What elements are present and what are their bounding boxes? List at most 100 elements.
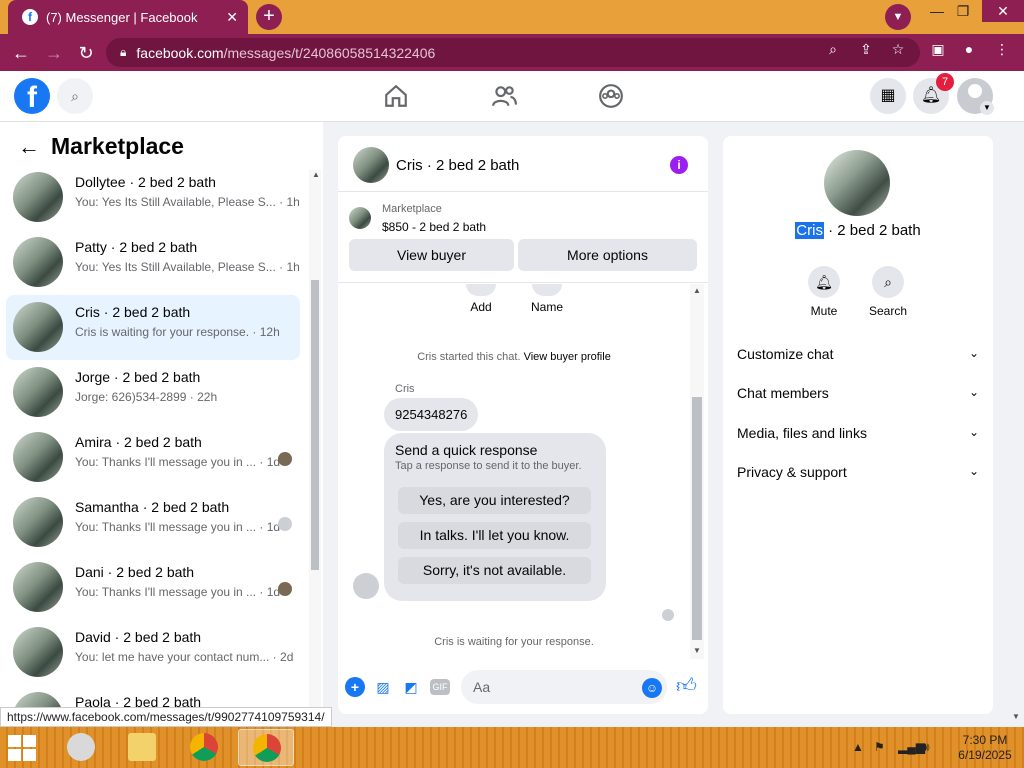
forward-icon[interactable]: → [43,42,65,64]
menu-grid-icon[interactable]: ▦ [870,78,906,114]
taskbar-explorer-app[interactable] [114,729,170,766]
scroll-up-icon[interactable]: ▲ [690,286,704,295]
browser-toolbar: ← → ↻ 🔒︎ facebook.com/messages/t/2408605… [0,34,1024,71]
gif-icon[interactable]: GIF [430,679,450,695]
taskbar-chrome-app[interactable] [176,729,232,766]
conversation-scrollbar[interactable]: ▲ [309,170,321,726]
conversation-name: Dani · 2 bed 2 bath [75,564,195,580]
conversation-item-active[interactable]: Cris · 2 bed 2 bath Cris is waiting for … [6,295,300,360]
close-window-button[interactable]: ✕ [982,0,1024,22]
conversation-snippet: You: Yes Its Still Available, Please S..… [75,260,300,274]
quick-response-option[interactable]: Yes, are you interested? [398,487,591,514]
chat-listing-avatar[interactable] [353,147,389,183]
chevron-down-icon: ⌄ [968,425,979,439]
tray-expand-icon[interactable]: ▲ [852,740,864,754]
scrollbar-thumb[interactable] [692,397,702,640]
browser-tab-strip: f (7) Messenger | Facebook ✕ + ▼ — ❐ ✕ [0,0,1024,34]
chevron-down-icon: ⌄ [968,346,979,360]
scroll-up-icon[interactable]: ▲ [309,170,323,179]
listing-thumbnail [13,172,63,222]
conversation-name: Cris · 2 bed 2 bath [75,304,191,320]
address-bar[interactable]: 🔒︎ facebook.com/messages/t/2408605851432… [106,38,920,67]
taskbar-clock[interactable]: 7:30 PM 6/19/2025 [955,733,1015,763]
conversation-item[interactable]: David · 2 bed 2 bath You: let me have yo… [6,620,300,685]
network-icon[interactable]: ▂▄▆ [898,740,925,754]
page-scroll-down-icon[interactable]: ▼ [1012,712,1020,721]
conversation-item[interactable]: Amira · 2 bed 2 bath You: Thanks I'll me… [6,425,300,490]
conversation-snippet: You: Yes Its Still Available, Please S..… [75,195,300,209]
bookmark-star-icon[interactable]: ☆ [889,41,907,58]
facebook-logo[interactable]: f [14,78,50,114]
clock-time: 7:30 PM [962,733,1008,747]
search-icon[interactable]: ⌕ [57,78,93,114]
view-buyer-profile-link[interactable]: View buyer profile [524,351,611,363]
new-tab-button[interactable]: + [256,4,282,30]
taskbar-chrome-app-active[interactable] [238,729,294,766]
conversation-name: David · 2 bed 2 bath [75,629,202,645]
side-panel-icon[interactable]: ▣ [929,41,947,58]
profile-icon[interactable]: ● [960,41,978,57]
chat-header: Cris · 2 bed 2 bath i [338,136,708,192]
scroll-down-icon[interactable]: ▼ [690,646,704,655]
message-input[interactable]: Aa [461,670,667,704]
search-icon: ⌕ [872,266,904,298]
info-icon[interactable]: i [670,156,688,174]
message-bubble[interactable]: 9254348276 [384,398,479,431]
quick-response-option[interactable]: Sorry, it's not available. [398,557,591,584]
zoom-icon[interactable]: ⌕ [824,41,842,58]
plus-icon[interactable]: + [345,677,365,697]
view-buyer-button[interactable]: View buyer [349,239,514,271]
chat-title[interactable]: Cris · 2 bed 2 bath [396,157,519,174]
lock-icon: 🔒︎ [120,45,127,59]
thumbs-up-icon[interactable]: 👍︎ [676,674,697,698]
friends-icon[interactable] [491,83,517,109]
back-arrow-icon[interactable]: ← [18,134,40,160]
taskbar-paint-app[interactable] [53,729,109,766]
conversation-item[interactable]: Patty · 2 bed 2 bath You: Yes Its Still … [6,230,300,295]
panel-title: Marketplace [51,133,184,159]
home-icon[interactable] [383,83,409,109]
restore-window-button[interactable]: ❐ [948,0,978,22]
emoji-icon[interactable]: ☺ [642,678,662,698]
tab-search-dropdown-icon[interactable]: ▼ [885,4,911,30]
conversation-item[interactable]: Dani · 2 bed 2 bath You: Thanks I'll mes… [6,555,300,620]
mute-action[interactable]: 🔔︎ Mute [799,266,849,318]
reload-icon[interactable]: ↻ [75,42,97,64]
conversation-item[interactable]: Dollytee · 2 bed 2 bath You: Yes Its Sti… [6,165,300,230]
share-icon[interactable]: ⇪ [857,41,875,58]
search-action[interactable]: ⌕ Search [863,266,913,318]
tab-close-icon[interactable]: ✕ [226,9,238,26]
more-options-button[interactable]: More options [518,239,697,271]
quick-response-option[interactable]: In talks. I'll let you know. [398,522,591,549]
groups-icon[interactable] [598,83,624,109]
add-contact-action[interactable]: Add [466,284,496,314]
privacy-support-row[interactable]: Privacy & support ⌄ [737,464,979,486]
chat-members-row[interactable]: Chat members ⌄ [737,385,979,407]
account-chevron-down-icon[interactable]: ▼ [980,101,994,115]
url-path: /messages/t/24086058514322406 [223,44,436,61]
sticker-icon[interactable]: ◩ [401,677,421,697]
browser-tab-messenger[interactable]: f (7) Messenger | Facebook ✕ [8,0,248,34]
chat-scrollbar[interactable]: ▲ ▼ [690,284,704,659]
customize-chat-row[interactable]: Customize chat ⌄ [737,346,979,368]
listing-thumbnail [13,302,63,352]
listing-thumbnail [13,497,63,547]
menu-kebab-icon[interactable]: ⋮ [993,41,1011,58]
edit-name-action[interactable]: Name [531,284,563,314]
listing-thumbnail [13,367,63,417]
volume-icon[interactable]: 🔊︎ [922,740,930,755]
quick-response-title: Send a quick response [395,442,538,458]
message-thread: Add Name Cris started this chat. View bu… [338,284,690,659]
photo-icon[interactable]: ▨ [373,677,393,697]
read-receipt-avatar [278,452,292,466]
windows-start-icon[interactable] [8,735,38,761]
media-files-links-row[interactable]: Media, files and links ⌄ [737,425,979,447]
read-receipt-avatar [278,582,292,596]
scrollbar-thumb[interactable] [311,280,319,570]
tray-flag-icon[interactable]: ⚑ [874,740,885,754]
conversation-item[interactable]: Jorge · 2 bed 2 bath Jorge: 626)534-2899… [6,360,300,425]
sender-name: Cris [395,383,415,395]
back-icon[interactable]: ← [10,42,32,64]
clock-date: 6/19/2025 [958,748,1012,762]
conversation-item[interactable]: Samantha · 2 bed 2 bath You: Thanks I'll… [6,490,300,555]
